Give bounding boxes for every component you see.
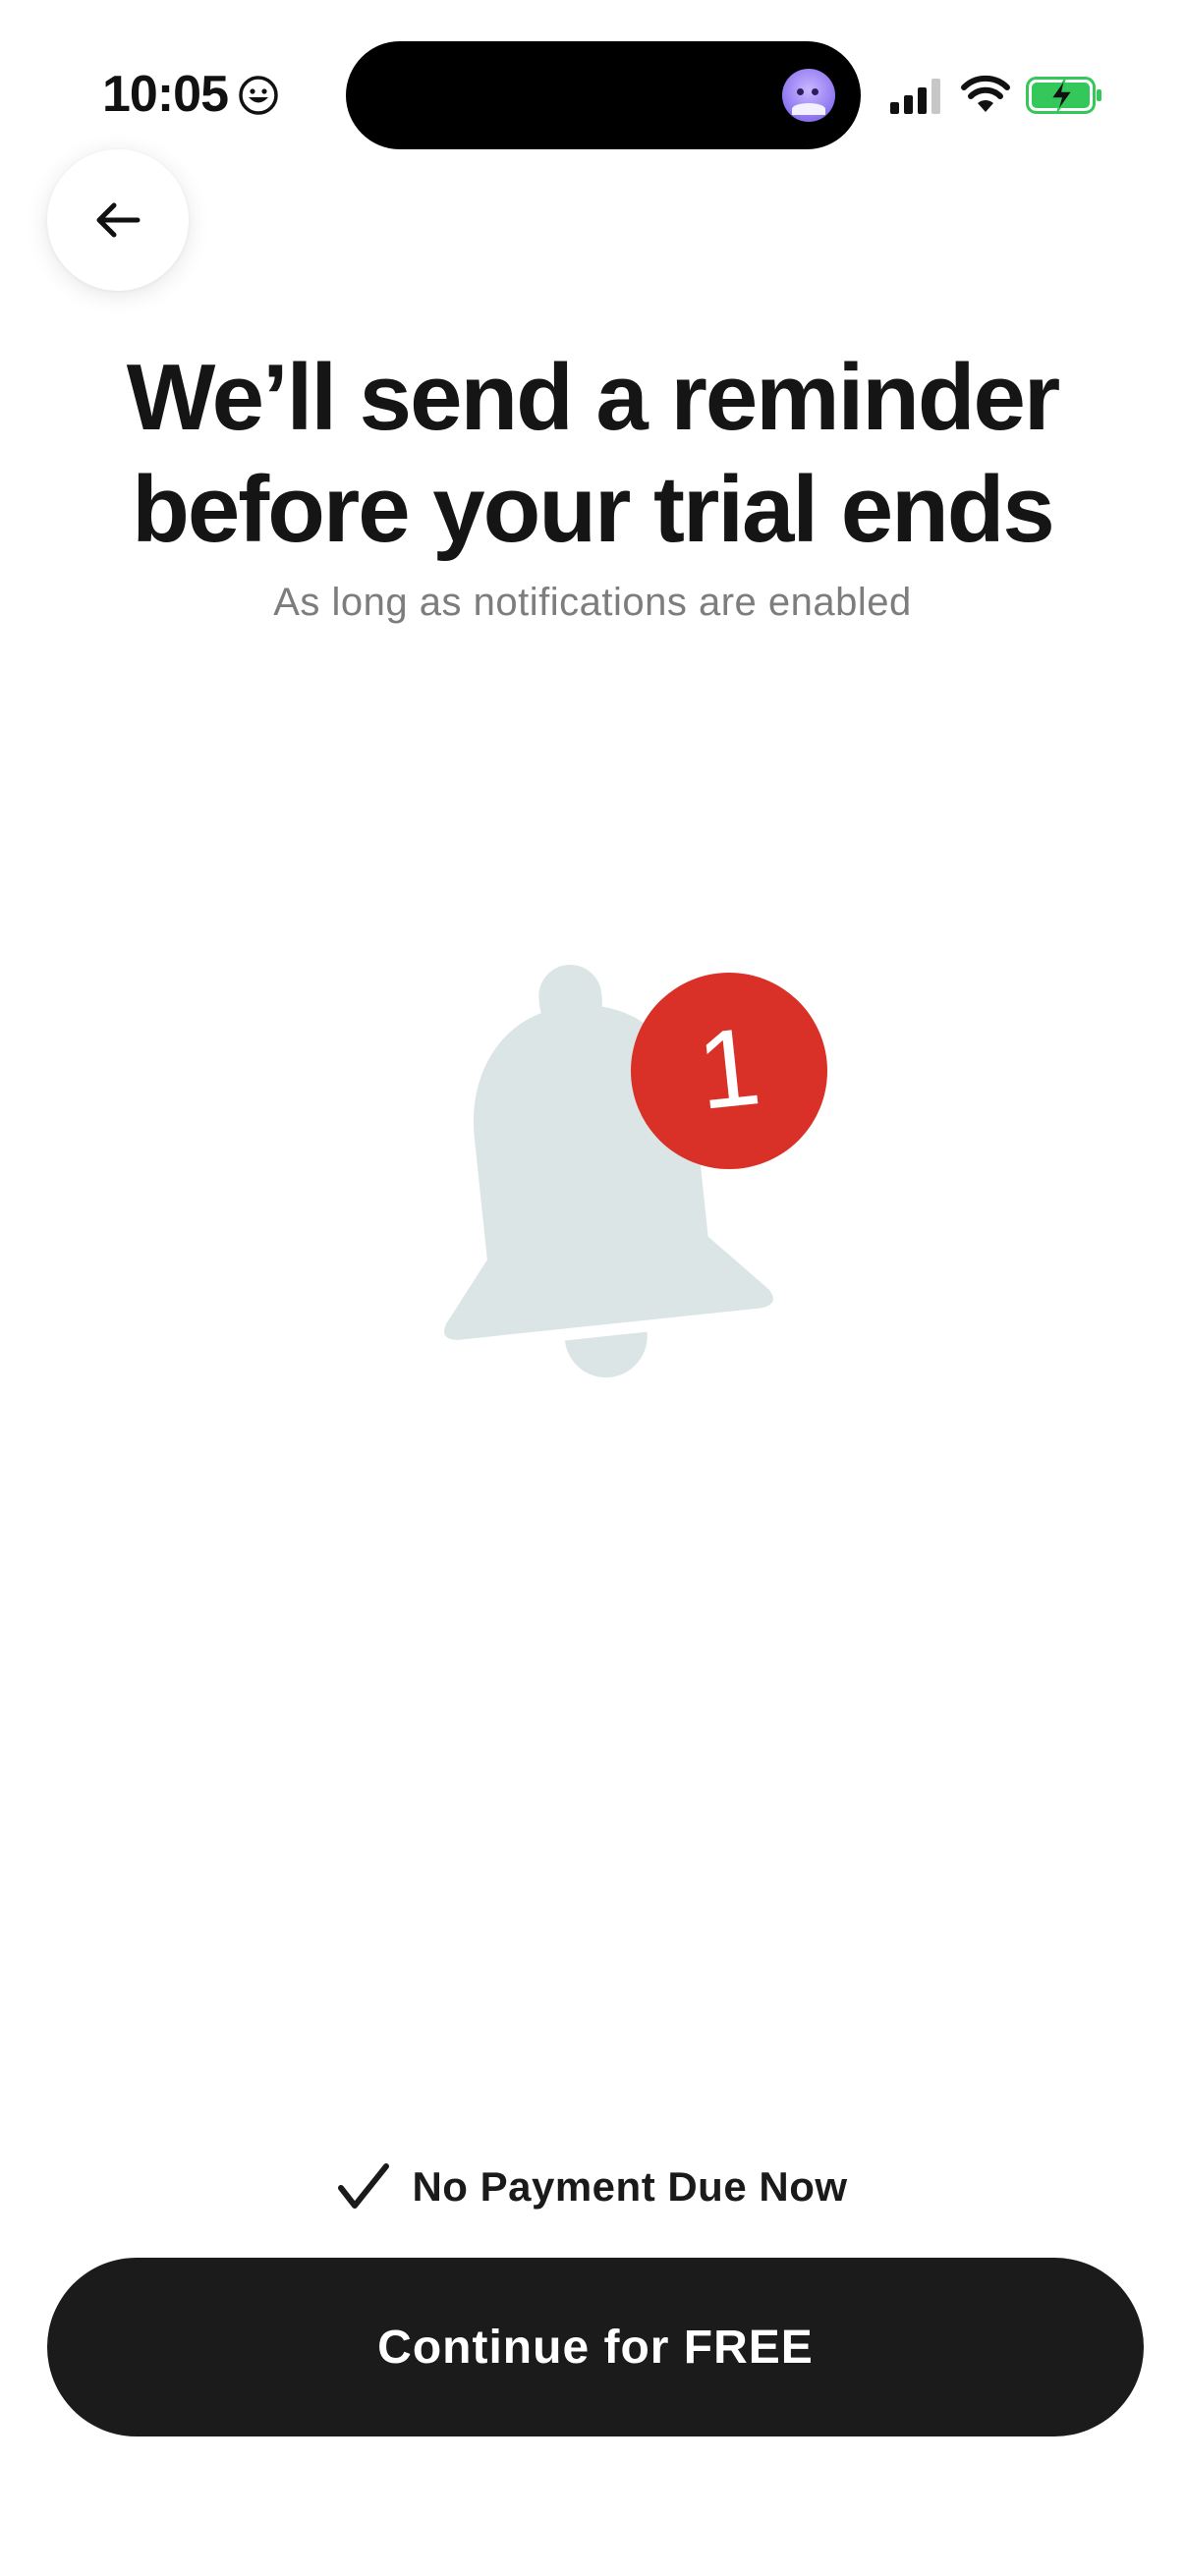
checkmark-icon <box>338 2163 390 2209</box>
no-payment-note: No Payment Due Now <box>0 2157 1185 2216</box>
continue-for-free-button[interactable]: Continue for FREE <box>47 2258 1144 2436</box>
notification-badge: 1 <box>631 973 827 1169</box>
signal-icon <box>890 79 940 114</box>
page-subtitle: As long as notifications are enabled <box>273 581 912 624</box>
dynamic-island <box>346 41 861 149</box>
wifi-icon <box>961 75 1010 112</box>
status-time: 10:05 <box>102 66 229 123</box>
arrow-left-icon <box>96 202 141 238</box>
battery-charging-icon <box>1026 77 1101 114</box>
bell-illustration: 1 <box>444 964 827 1378</box>
avatar-icon <box>782 69 835 122</box>
status-bar: 10:05 <box>0 0 1185 149</box>
no-payment-label: No Payment Due Now <box>412 2163 848 2210</box>
back-button[interactable] <box>47 149 189 291</box>
smiley-icon <box>239 76 278 115</box>
page-title: We’ll send a reminder before your trial … <box>126 345 1061 562</box>
badge-count: 1 <box>692 1004 765 1133</box>
